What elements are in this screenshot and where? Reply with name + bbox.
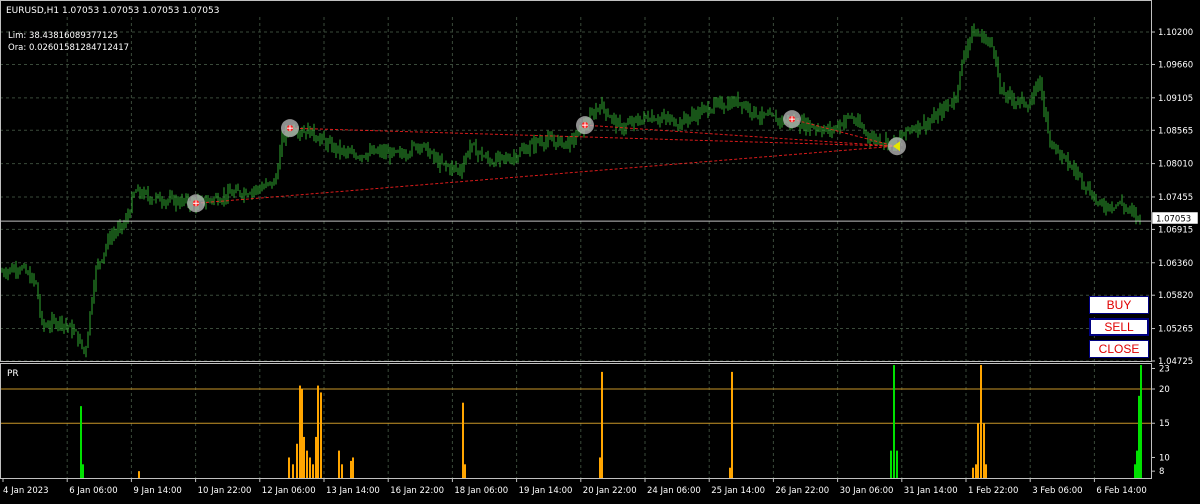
histogram-bar <box>303 436 305 478</box>
histogram-bar <box>296 443 298 478</box>
x-tick-label: 13 Jan 14:00 <box>326 486 380 496</box>
y-tick-label: 1.06915 <box>1158 225 1193 235</box>
candles <box>0 23 1151 358</box>
y-tick-label: 1.05265 <box>1158 325 1193 335</box>
histogram-bar <box>309 457 311 478</box>
histogram-bar <box>1134 464 1136 478</box>
histogram-bar <box>1140 365 1142 478</box>
histogram-bar <box>462 402 464 478</box>
histogram-bar <box>977 423 979 478</box>
histogram-bar <box>338 450 340 478</box>
histogram-bar <box>599 457 601 478</box>
x-tick-label: 18 Jan 06:00 <box>454 486 508 496</box>
current-price-label: 1.07053 <box>1156 215 1191 225</box>
trendlines <box>195 118 896 204</box>
pr-histogram <box>0 365 1151 478</box>
x-tick-label: 9 Jan 14:00 <box>133 486 181 496</box>
y-tick-label: 1.08565 <box>1158 126 1193 136</box>
signal-marker-icon <box>576 116 594 135</box>
ora-readout: Ora: 0.02601581284712417 <box>8 43 129 53</box>
lim-readout: Lim: 38.43816089377125 <box>8 31 118 41</box>
y-tick-label: 1.09660 <box>1158 60 1193 70</box>
histogram-bar <box>315 436 317 478</box>
price-chart[interactable]: 4 Jan 2023 6 Jan 06:00 9 Jan 14:00 10 Jan 2… <box>0 0 1200 500</box>
histogram-bar <box>972 467 974 478</box>
histogram-bar <box>312 464 314 478</box>
y-tick-label: 1.06360 <box>1158 259 1193 269</box>
histogram-bar <box>306 450 308 478</box>
histogram-bar <box>80 406 82 478</box>
signal-marker-icon <box>281 119 299 138</box>
signal-marker-icon <box>187 194 205 213</box>
histogram-bar <box>464 464 466 478</box>
y-tick-label: 20 <box>1159 385 1170 395</box>
symbol-info: EURUSD,H1 1.07053 1.07053 1.07053 1.0705… <box>6 6 219 16</box>
y-tick-label: 8 <box>1159 467 1164 477</box>
close-button[interactable]: CLOSE <box>1089 340 1149 358</box>
indicator-title: PR <box>7 369 19 379</box>
histogram-bar <box>975 464 977 478</box>
histogram-bar <box>288 457 290 478</box>
y-tick-label: 15 <box>1159 419 1170 429</box>
buy-button[interactable]: BUY <box>1089 296 1149 314</box>
x-tick-label: 26 Jan 22:00 <box>775 486 829 496</box>
histogram-bar <box>985 464 987 478</box>
x-tick-label: 10 Jan 22:00 <box>198 486 252 496</box>
trendline <box>195 145 896 204</box>
x-tick-label: 25 Jan 14:00 <box>711 486 765 496</box>
histogram-bar <box>341 464 343 478</box>
signal-marker-icon <box>783 110 801 129</box>
chart-grid <box>0 17 1151 478</box>
histogram-bar <box>731 371 733 478</box>
x-tick-label: 6 Jan 06:00 <box>69 486 117 496</box>
x-tick-label: 31 Jan 14:00 <box>904 486 958 496</box>
histogram-bar <box>292 464 294 478</box>
x-tick-label: 6 Feb 14:00 <box>1096 486 1146 496</box>
chart-frame <box>0 0 1152 479</box>
y-tick-label: 1.09105 <box>1158 94 1193 104</box>
x-tick-label: 4 Jan 2023 <box>3 486 49 496</box>
y-tick-label: 1.08010 <box>1158 160 1193 170</box>
histogram-bar <box>299 385 301 478</box>
histogram-bar <box>896 450 898 478</box>
x-tick-label: 3 Feb 06:00 <box>1032 486 1082 496</box>
histogram-bar <box>980 365 982 478</box>
x-tick-label: 1 Feb 22:00 <box>968 486 1018 496</box>
histogram-bar <box>729 467 731 478</box>
histogram-bar <box>138 471 140 478</box>
main-pane-frame <box>0 0 1152 362</box>
histogram-bar <box>1136 450 1138 478</box>
y-tick-label: 1.10200 <box>1158 28 1193 38</box>
histogram-bar <box>601 371 603 478</box>
y-tick-label: 23 <box>1159 364 1170 374</box>
trendline <box>584 124 896 147</box>
histogram-bar <box>320 392 322 478</box>
x-tick-label: 20 Jan 22:00 <box>583 486 637 496</box>
histogram-bar <box>983 423 985 478</box>
y-tick-label: 1.07455 <box>1158 193 1193 203</box>
histogram-bar <box>1138 395 1140 478</box>
histogram-bar <box>352 457 354 478</box>
histogram-bar <box>317 385 319 478</box>
x-tick-label: 16 Jan 22:00 <box>390 486 444 496</box>
histogram-bar <box>82 464 84 478</box>
histogram-bar <box>890 450 892 478</box>
y-tick-label: 10 <box>1159 453 1170 463</box>
x-tick-label: 24 Jan 06:00 <box>647 486 701 496</box>
x-tick-label: 19 Jan 14:00 <box>519 486 573 496</box>
histogram-bar <box>350 460 352 478</box>
trading-terminal: 4 Jan 2023 6 Jan 06:00 9 Jan 14:00 10 Jan 2… <box>0 0 1200 500</box>
x-tick-label: 12 Jan 06:00 <box>262 486 316 496</box>
histogram-bar <box>893 365 895 478</box>
sell-button[interactable]: SELL <box>1089 318 1149 336</box>
y-tick-label: 1.05820 <box>1158 291 1193 301</box>
arrow-left-marker-icon <box>888 137 906 156</box>
x-tick-label: 30 Jan 06:00 <box>840 486 894 496</box>
histogram-bar <box>301 389 303 478</box>
